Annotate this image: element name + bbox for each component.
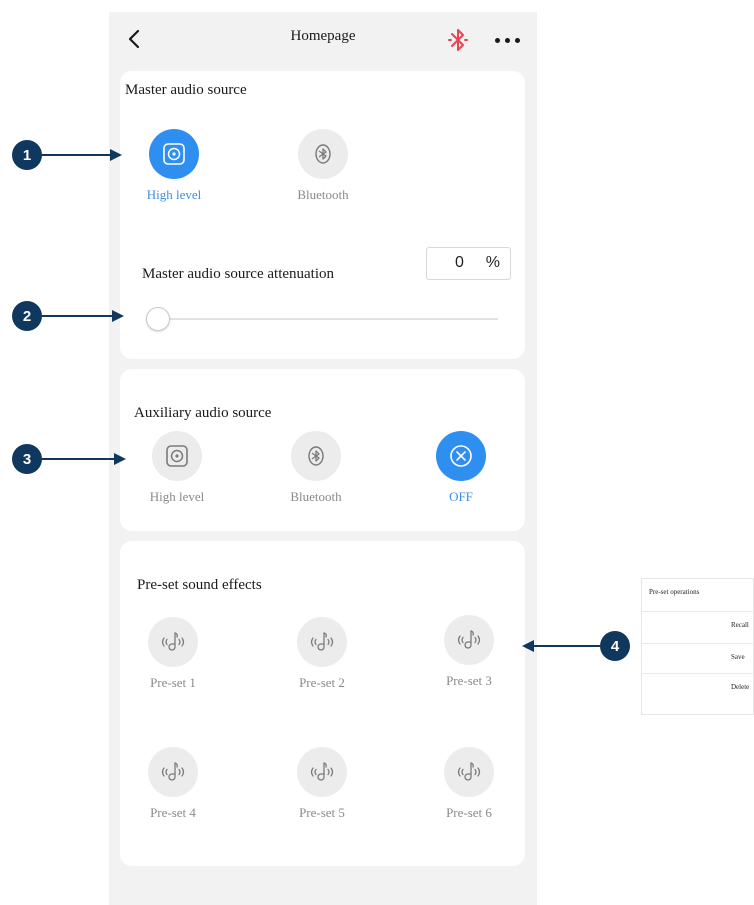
popup-delete-label: Delete — [731, 683, 750, 691]
popup-save-label: Save — [731, 653, 745, 661]
master-audio-source-card: Master audio source High level Bluetooth… — [120, 71, 525, 359]
preset-2-label: Pre-set 2 — [299, 675, 345, 690]
aux-off-option[interactable]: OFF — [411, 431, 511, 505]
aux-off-label: OFF — [449, 489, 473, 504]
aux-bluetooth-option[interactable]: Bluetooth — [266, 431, 366, 505]
preset-3[interactable]: Pre-set 3 — [419, 615, 519, 689]
bluetooth-status-icon[interactable] — [447, 27, 469, 53]
preset-2[interactable]: Pre-set 2 — [272, 617, 372, 691]
preset-sound-effects-card: Pre-set sound effects Pre-set 1 Pre-set … — [120, 541, 525, 866]
callout-badge-1: 1 — [12, 140, 42, 170]
page-title: Homepage — [290, 28, 356, 44]
aux-high-level-option[interactable]: High level — [127, 431, 227, 505]
slider-track — [156, 318, 498, 320]
master-high-level-option[interactable]: High level — [124, 129, 224, 203]
sound-wave-icon — [297, 747, 347, 797]
aux-high-level-label: High level — [149, 489, 205, 504]
bluetooth-icon — [298, 129, 348, 179]
master-bluetooth-option[interactable]: Bluetooth — [273, 129, 373, 203]
attenuation-unit: % — [485, 254, 500, 271]
callout-badge-2: 2 — [12, 301, 42, 331]
master-audio-source-title: Master audio source — [125, 82, 247, 98]
preset-6-label: Pre-set 6 — [446, 805, 492, 820]
bluetooth-icon — [291, 431, 341, 481]
sound-wave-icon — [297, 617, 347, 667]
preset-4-label: Pre-set 4 — [150, 805, 196, 820]
callout-arrow-2 — [42, 310, 124, 322]
sound-wave-icon — [444, 615, 494, 665]
popup-save-option[interactable]: Save — [642, 643, 754, 668]
attenuation-slider[interactable] — [146, 307, 498, 331]
callout-badge-3: 3 — [12, 444, 42, 474]
sound-wave-icon — [148, 617, 198, 667]
more-options-icon[interactable] — [495, 38, 521, 44]
speaker-icon — [149, 129, 199, 179]
popup-delete-option[interactable]: Delete — [642, 673, 754, 698]
speaker-icon — [152, 431, 202, 481]
phone-screen: Homepage Master audio source High level — [109, 12, 537, 905]
preset-5[interactable]: Pre-set 5 — [272, 747, 372, 821]
master-bluetooth-label: Bluetooth — [297, 187, 349, 202]
attenuation-value-field[interactable]: 0 % — [426, 247, 511, 280]
preset-6[interactable]: Pre-set 6 — [419, 747, 519, 821]
master-high-level-label: High level — [146, 187, 202, 202]
slider-thumb[interactable] — [146, 307, 170, 331]
sound-wave-icon — [444, 747, 494, 797]
preset-operations-title: Pre-set operations — [649, 588, 700, 596]
preset-1-label: Pre-set 1 — [150, 675, 196, 690]
sound-wave-icon — [148, 747, 198, 797]
top-bar: Homepage — [109, 12, 537, 64]
auxiliary-audio-source-title: Auxiliary audio source — [134, 405, 272, 421]
preset-4[interactable]: Pre-set 4 — [123, 747, 223, 821]
callout-arrow-3 — [42, 453, 126, 465]
callout-arrow-4 — [522, 640, 600, 652]
preset-operations-popup: Pre-set operations Recall Save Delete — [641, 578, 754, 715]
preset-5-label: Pre-set 5 — [299, 805, 345, 820]
auxiliary-audio-source-card: Auxiliary audio source High level Blueto… — [120, 369, 525, 531]
aux-bluetooth-label: Bluetooth — [290, 489, 342, 504]
preset-3-label: Pre-set 3 — [446, 673, 492, 688]
attenuation-value: 0 — [455, 254, 464, 271]
callout-arrow-1 — [42, 149, 122, 161]
preset-sound-effects-title: Pre-set sound effects — [137, 577, 262, 593]
popup-recall-label: Recall — [731, 621, 749, 629]
callout-badge-4: 4 — [600, 631, 630, 661]
close-icon — [436, 431, 486, 481]
attenuation-label: Master audio source attenuation — [142, 266, 335, 282]
popup-recall-option[interactable]: Recall — [642, 611, 754, 636]
preset-1[interactable]: Pre-set 1 — [123, 617, 223, 691]
